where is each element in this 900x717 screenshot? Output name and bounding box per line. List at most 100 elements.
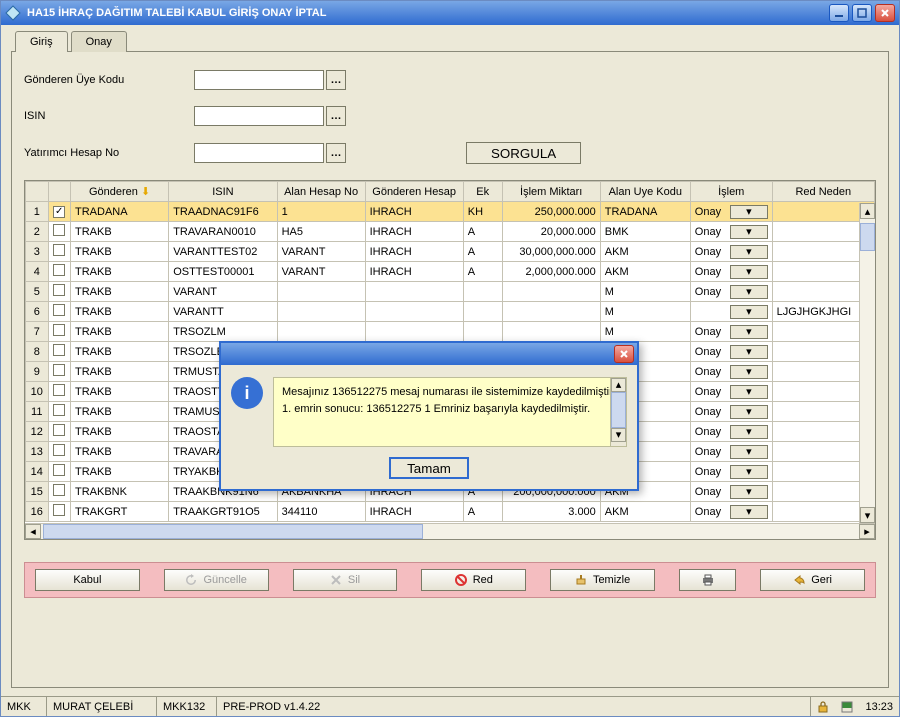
row-checkbox[interactable] xyxy=(48,482,71,502)
col-red-neden[interactable]: Red Neden xyxy=(772,182,874,202)
cell-ek[interactable] xyxy=(463,322,502,342)
cell-gonderen-hesap[interactable]: IHRACH xyxy=(365,242,463,262)
cell-alan-uye[interactable]: BMK xyxy=(600,222,690,242)
hesap-input[interactable] xyxy=(194,143,324,163)
row-index[interactable]: 16 xyxy=(26,502,49,522)
dropdown-icon[interactable]: ▾ xyxy=(730,365,767,379)
cell-alan-hesap[interactable]: HA5 xyxy=(277,222,365,242)
cell-islem[interactable]: Onay▾ xyxy=(690,322,772,342)
row-checkbox[interactable] xyxy=(48,262,71,282)
cell-alan-uye[interactable]: AKM xyxy=(600,502,690,522)
row-checkbox[interactable] xyxy=(48,422,71,442)
row-index[interactable]: 11 xyxy=(26,402,49,422)
dialog-scroll-thumb[interactable] xyxy=(611,392,626,428)
cell-alan-uye[interactable]: TRADANA xyxy=(600,202,690,222)
scroll-thumb-h[interactable] xyxy=(43,524,423,539)
row-checkbox[interactable] xyxy=(48,462,71,482)
cell-gonderen[interactable]: TRAKB xyxy=(71,462,169,482)
cell-alan-uye[interactable]: M xyxy=(600,282,690,302)
cell-alan-hesap[interactable]: VARANT xyxy=(277,262,365,282)
row-index[interactable]: 13 xyxy=(26,442,49,462)
row-index[interactable]: 15 xyxy=(26,482,49,502)
dropdown-icon[interactable]: ▾ xyxy=(730,385,767,399)
col-alan-uye[interactable]: Alan Uye Kodu xyxy=(600,182,690,202)
col-rowindex[interactable] xyxy=(26,182,49,202)
dropdown-icon[interactable]: ▾ xyxy=(730,505,767,519)
table-row[interactable]: 6TRAKBVARANTTM▾LJGJHGKJHGI xyxy=(26,302,875,322)
row-checkbox[interactable] xyxy=(48,202,71,222)
cell-gonderen-hesap[interactable] xyxy=(365,282,463,302)
cell-gonderen-hesap[interactable] xyxy=(365,302,463,322)
isin-picker-button[interactable]: … xyxy=(326,106,346,126)
cell-islem[interactable]: Onay▾ xyxy=(690,342,772,362)
row-index[interactable]: 14 xyxy=(26,462,49,482)
cell-islem[interactable]: Onay▾ xyxy=(690,262,772,282)
scroll-thumb[interactable] xyxy=(860,223,875,251)
sorgula-button[interactable]: SORGULA xyxy=(466,142,581,164)
cell-islem[interactable]: Onay▾ xyxy=(690,382,772,402)
dropdown-icon[interactable]: ▾ xyxy=(730,305,767,319)
cell-islem[interactable]: Onay▾ xyxy=(690,502,772,522)
cell-gonderen-hesap[interactable]: IHRACH xyxy=(365,202,463,222)
cell-islem[interactable]: Onay▾ xyxy=(690,362,772,382)
cell-gonderen[interactable]: TRAKB xyxy=(71,302,169,322)
dropdown-icon[interactable]: ▾ xyxy=(730,265,767,279)
cell-alan-hesap[interactable] xyxy=(277,322,365,342)
cell-gonderen[interactable]: TRAKB xyxy=(71,422,169,442)
dropdown-icon[interactable]: ▾ xyxy=(730,285,767,299)
table-row[interactable]: 3TRAKBVARANTTEST02VARANTIHRACHA30,000,00… xyxy=(26,242,875,262)
cell-isin[interactable]: TRAAKGRT91O5 xyxy=(169,502,277,522)
cell-gonderen[interactable]: TRAKB xyxy=(71,342,169,362)
kabul-button[interactable]: Kabul xyxy=(35,569,140,591)
row-checkbox[interactable] xyxy=(48,502,71,522)
row-index[interactable]: 5 xyxy=(26,282,49,302)
dropdown-icon[interactable]: ▾ xyxy=(730,445,767,459)
dropdown-icon[interactable]: ▾ xyxy=(730,465,767,479)
cell-islem[interactable]: ▾ xyxy=(690,302,772,322)
cell-ek[interactable]: A xyxy=(463,502,502,522)
scroll-left-icon[interactable]: ◂ xyxy=(25,524,41,539)
cell-alan-hesap[interactable] xyxy=(277,302,365,322)
minimize-button[interactable] xyxy=(829,4,849,22)
cell-islem-miktari[interactable]: 2,000,000.000 xyxy=(502,262,600,282)
cell-gonderen[interactable]: TRADANA xyxy=(71,202,169,222)
row-index[interactable]: 10 xyxy=(26,382,49,402)
cell-gonderen[interactable]: TRAKB xyxy=(71,262,169,282)
scroll-right-icon[interactable]: ▸ xyxy=(859,524,875,539)
cell-alan-hesap[interactable]: VARANT xyxy=(277,242,365,262)
col-ek[interactable]: Ek xyxy=(463,182,502,202)
close-button[interactable] xyxy=(875,4,895,22)
cell-gonderen-hesap[interactable]: IHRACH xyxy=(365,262,463,282)
cell-islem[interactable]: Onay▾ xyxy=(690,482,772,502)
red-button[interactable]: Red xyxy=(421,569,526,591)
cell-gonderen[interactable]: TRAKGRT xyxy=(71,502,169,522)
print-button[interactable] xyxy=(679,569,736,591)
cell-alan-hesap[interactable]: 344110 xyxy=(277,502,365,522)
row-checkbox[interactable] xyxy=(48,302,71,322)
dialog-scroll-down-icon[interactable]: ▾ xyxy=(611,428,626,442)
dialog-scrollbar[interactable]: ▴ ▾ xyxy=(610,378,626,446)
geri-button[interactable]: Geri xyxy=(760,569,865,591)
cell-ek[interactable]: A xyxy=(463,222,502,242)
cell-isin[interactable]: VARANT xyxy=(169,282,277,302)
cell-islem[interactable]: Onay▾ xyxy=(690,462,772,482)
tab-giris[interactable]: Giriş xyxy=(15,31,68,52)
dropdown-icon[interactable]: ▾ xyxy=(730,245,767,259)
cell-gonderen[interactable]: TRAKB xyxy=(71,382,169,402)
row-checkbox[interactable] xyxy=(48,362,71,382)
gonderen-input[interactable] xyxy=(194,70,324,90)
cell-gonderen[interactable]: TRAKB xyxy=(71,242,169,262)
row-index[interactable]: 4 xyxy=(26,262,49,282)
dropdown-icon[interactable]: ▾ xyxy=(730,425,767,439)
cell-alan-uye[interactable]: M xyxy=(600,322,690,342)
gonderen-picker-button[interactable]: … xyxy=(326,70,346,90)
row-checkbox[interactable] xyxy=(48,442,71,462)
col-islem[interactable]: İşlem xyxy=(690,182,772,202)
dropdown-icon[interactable]: ▾ xyxy=(730,225,767,239)
cell-gonderen[interactable]: TRAKB xyxy=(71,442,169,462)
cell-alan-uye[interactable]: AKM xyxy=(600,242,690,262)
dropdown-icon[interactable]: ▾ xyxy=(730,325,767,339)
cell-islem-miktari[interactable]: 250,000.000 xyxy=(502,202,600,222)
row-checkbox[interactable] xyxy=(48,322,71,342)
horizontal-scrollbar[interactable]: ◂ ▸ xyxy=(25,523,875,539)
